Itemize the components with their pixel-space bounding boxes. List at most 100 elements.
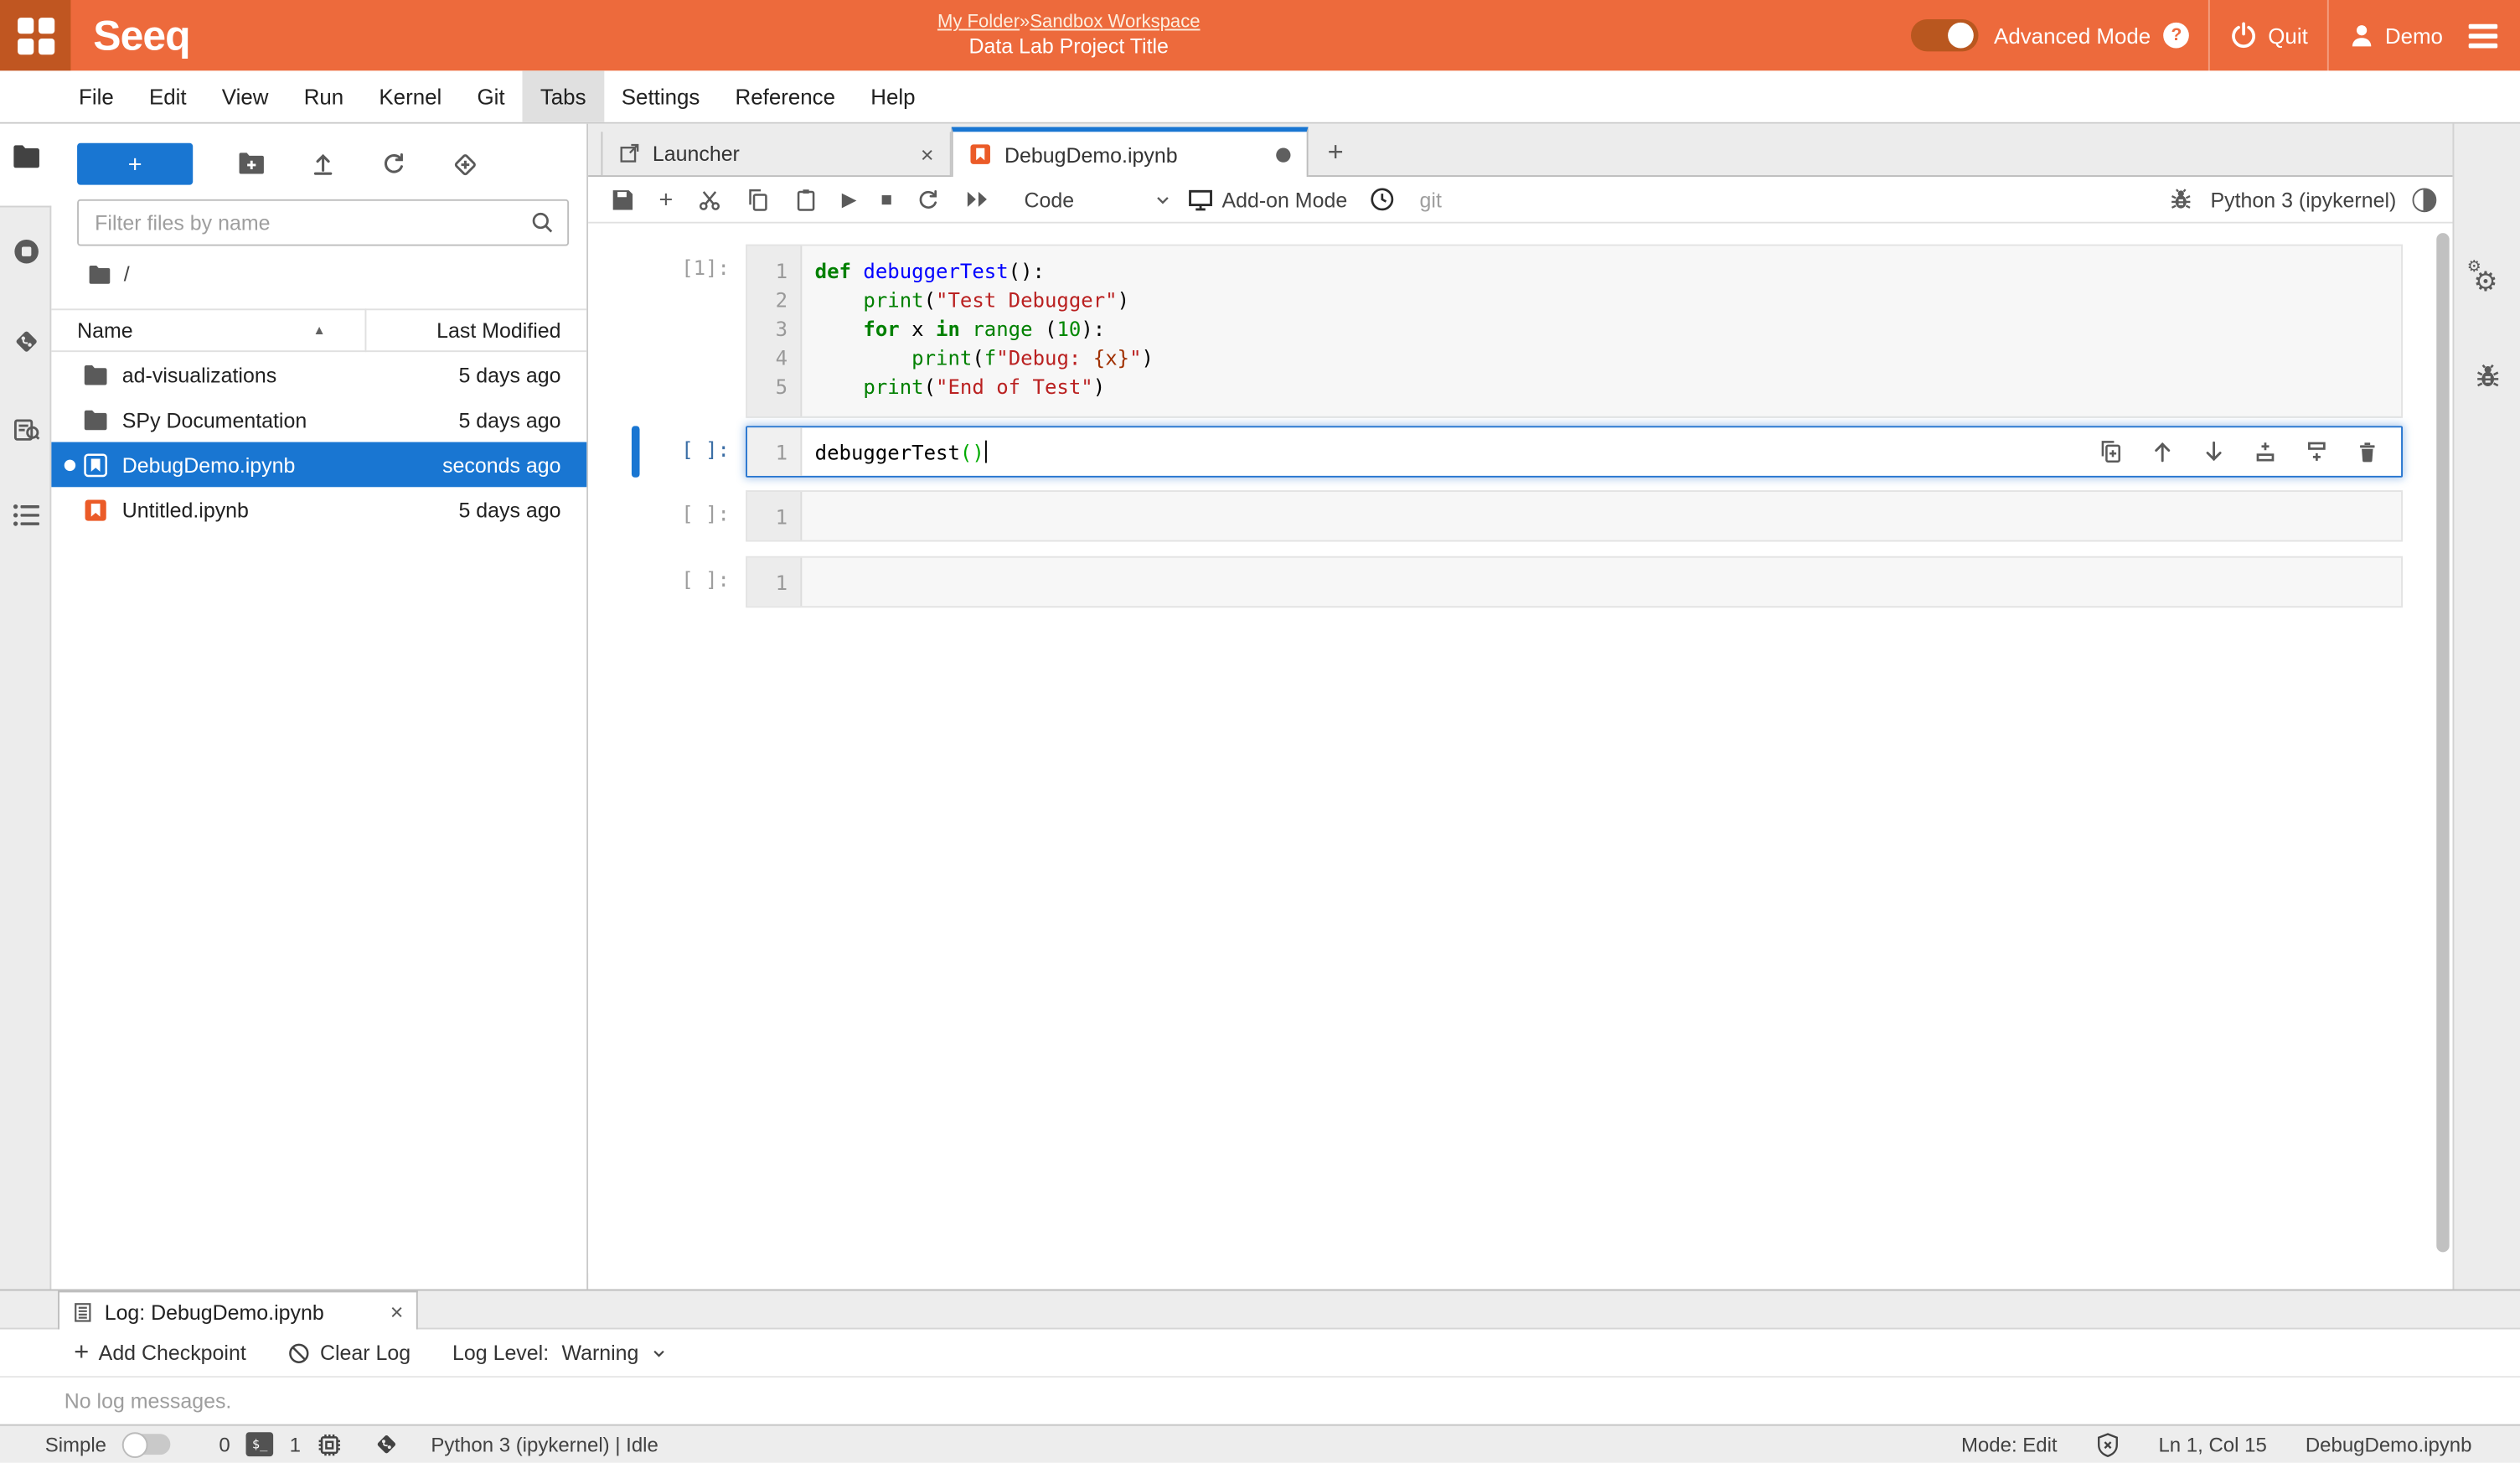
new-folder-icon[interactable] (238, 151, 266, 177)
move-cell-up-icon[interactable] (2151, 440, 2175, 464)
addon-mode-button[interactable]: Add-on Mode (1188, 187, 1347, 211)
trust-shield-icon[interactable] (2096, 1431, 2120, 1457)
text-cursor (986, 441, 988, 463)
delete-cell-icon[interactable] (2356, 440, 2378, 464)
cell-editor[interactable]: 12345 def debuggerTest(): print("Test De… (746, 245, 2403, 418)
cell-editor[interactable]: 1 (746, 556, 2403, 607)
cell-editor[interactable]: 1 (746, 490, 2403, 541)
refresh-icon[interactable] (381, 151, 407, 177)
terminal-icon[interactable]: $_ (246, 1432, 274, 1456)
git-toolbar-button[interactable]: git (1420, 187, 1442, 211)
restart-kernel-icon[interactable] (917, 187, 941, 211)
new-tab-button[interactable]: + (1328, 137, 1344, 168)
jupyter-menubar: FileEditViewRunKernelGitTabsSettingsRefe… (0, 70, 2520, 123)
code-content[interactable] (802, 558, 2401, 607)
code-content[interactable] (802, 492, 2401, 540)
file-row-DebugDemo.ipynb[interactable]: DebugDemo.ipynbseconds ago (51, 442, 586, 488)
menu-run[interactable]: Run (287, 70, 362, 121)
code-cell-1[interactable]: [1]: 12345 def debuggerTest(): print("Te… (588, 245, 2452, 418)
menu-tabs[interactable]: Tabs (523, 70, 604, 121)
tab-launcher[interactable]: Launcher × (601, 132, 951, 175)
cell-type-select[interactable]: Code (1025, 187, 1172, 211)
hamburger-menu-icon[interactable] (2469, 23, 2498, 48)
debugger-bug-icon[interactable] (2169, 187, 2195, 213)
kernel-chip-icon[interactable] (317, 1431, 343, 1457)
main-dock-panel: Launcher × DebugDemo.ipynb + + ▶ ■ (588, 124, 2452, 1274)
menu-file[interactable]: File (61, 70, 132, 121)
status-filename[interactable]: DebugDemo.ipynb (2306, 1433, 2472, 1455)
debugger-panel-tab[interactable] (2473, 362, 2502, 391)
breadcrumb-my-folder[interactable]: My Folder (937, 13, 1020, 32)
code-cell-3[interactable]: [ ]: 1 (588, 490, 2452, 541)
property-inspector-tab[interactable] (13, 416, 40, 444)
filter-files-input[interactable] (91, 209, 530, 236)
code-content[interactable]: def debuggerTest(): print("Test Debugger… (802, 246, 2401, 416)
cell-collapser[interactable] (632, 490, 640, 541)
chevron-down-icon[interactable] (652, 1345, 668, 1361)
add-checkpoint-button[interactable]: + Add Checkpoint (74, 1338, 246, 1367)
file-browser-breadcrumb[interactable]: / (89, 262, 130, 287)
new-launcher-button[interactable]: + (77, 143, 193, 185)
insert-cell-icon[interactable]: + (659, 186, 674, 214)
user-menu[interactable]: Demo (2348, 22, 2443, 49)
cut-icon[interactable] (697, 187, 721, 211)
terminals-count: 0 (219, 1433, 230, 1455)
app-grid-button[interactable] (0, 0, 70, 70)
git-tab[interactable] (13, 328, 40, 355)
mode-indicator[interactable]: Mode: Edit (1961, 1433, 2058, 1455)
table-of-contents-tab[interactable] (13, 503, 40, 527)
kernel-status-text[interactable]: Python 3 (ipykernel) | Idle (431, 1433, 658, 1455)
git-clone-icon[interactable] (452, 150, 479, 178)
restart-run-all-icon[interactable] (965, 188, 991, 210)
kernel-name[interactable]: Python 3 (ipykernel) (2211, 187, 2397, 211)
close-icon[interactable]: × (921, 141, 934, 167)
line-number: 5 (747, 373, 788, 402)
running-kernels-tab[interactable] (13, 238, 40, 266)
cursor-position[interactable]: Ln 1, Col 15 (2158, 1433, 2266, 1455)
code-cell-4[interactable]: [ ]: 1 (588, 556, 2452, 607)
breadcrumb-workspace[interactable]: Sandbox Workspace (1030, 13, 1200, 32)
notebook-scrollbar[interactable] (2436, 233, 2449, 1252)
insert-cell-above-icon[interactable] (2254, 440, 2278, 464)
kernel-status-icon[interactable] (2413, 187, 2437, 211)
duplicate-cell-icon[interactable] (2099, 440, 2123, 464)
code-cell-2-active[interactable]: [ ]: 1 debuggerTest() (588, 426, 2452, 477)
cell-collapser[interactable] (632, 556, 640, 607)
file-browser-tab[interactable] (13, 145, 40, 169)
file-row-ad-visualizations[interactable]: ad-visualizations5 days ago (51, 352, 586, 397)
cell-collapser[interactable] (632, 245, 640, 418)
log-level-select[interactable]: Warning (561, 1341, 638, 1365)
quit-button[interactable]: Quit (2229, 21, 2308, 50)
run-icon[interactable]: ▶ (842, 188, 857, 210)
save-icon[interactable] (611, 187, 635, 211)
clear-log-button[interactable]: Clear Log (288, 1341, 411, 1365)
menu-kernel[interactable]: Kernel (361, 70, 459, 121)
menu-git[interactable]: Git (459, 70, 522, 121)
tab-debugdemo-notebook[interactable]: DebugDemo.ipynb (952, 127, 1309, 177)
file-row-SPy Documentation[interactable]: SPy Documentation5 days ago (51, 397, 586, 442)
cell-editor[interactable]: 1 debuggerTest() (746, 426, 2403, 477)
insert-cell-below-icon[interactable] (2305, 440, 2329, 464)
column-last-modified[interactable]: Last Modified (436, 318, 586, 343)
git-status-icon[interactable] (374, 1432, 399, 1456)
menu-settings[interactable]: Settings (604, 70, 718, 121)
move-cell-down-icon[interactable] (2202, 440, 2226, 464)
menu-edit[interactable]: Edit (132, 70, 204, 121)
clock-icon[interactable] (1370, 187, 1396, 213)
copy-icon[interactable] (746, 187, 770, 211)
upload-icon[interactable] (310, 151, 336, 177)
close-icon[interactable]: × (390, 1299, 404, 1325)
simple-mode-toggle[interactable] (122, 1434, 171, 1455)
cell-collapser[interactable] (632, 426, 640, 477)
column-name[interactable]: Name (77, 318, 133, 343)
help-icon[interactable]: ? (2164, 23, 2190, 49)
stop-icon[interactable]: ■ (880, 188, 892, 210)
paste-icon[interactable] (793, 187, 818, 211)
menu-view[interactable]: View (204, 70, 287, 121)
file-row-Untitled.ipynb[interactable]: Untitled.ipynb5 days ago (51, 487, 586, 532)
log-tab[interactable]: Log: DebugDemo.ipynb × (58, 1290, 418, 1331)
menu-help[interactable]: Help (853, 70, 932, 121)
advanced-mode-toggle[interactable] (1910, 19, 1978, 51)
property-inspector-gears-tab[interactable]: ⚙ ⚙ (2473, 268, 2497, 298)
menu-reference[interactable]: Reference (717, 70, 853, 121)
